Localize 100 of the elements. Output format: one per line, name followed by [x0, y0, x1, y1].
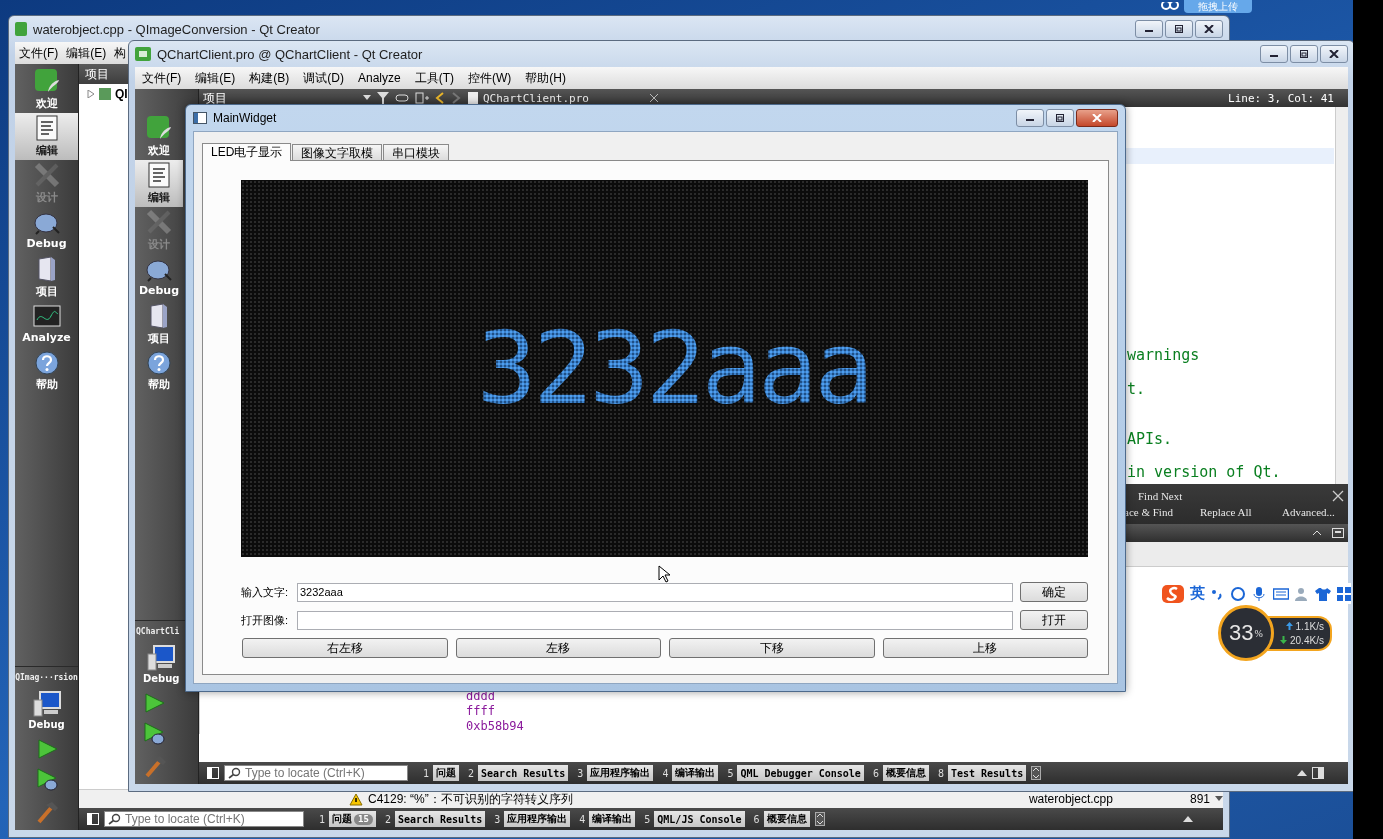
menu-item[interactable]: 构建(B): [242, 67, 297, 89]
menu-item[interactable]: 构: [110, 42, 131, 64]
menu-item[interactable]: 编辑(E): [62, 42, 111, 64]
text-input[interactable]: 3232aaa: [297, 582, 1013, 602]
cursor-position: Line: 3, Col: 41: [1228, 91, 1334, 105]
close-icon: [1204, 25, 1214, 33]
mode-button[interactable]: 编辑: [15, 113, 78, 160]
menu-item[interactable]: 控件(W): [461, 67, 519, 89]
language-toggle[interactable]: 英: [1190, 584, 1205, 603]
maximize-button[interactable]: [1290, 45, 1318, 63]
mode-button[interactable]: 帮助: [15, 348, 78, 395]
mode-button[interactable]: Analyze: [15, 301, 78, 348]
caret-down-icon: [363, 95, 371, 101]
move-button[interactable]: 右左移: [242, 638, 448, 658]
move-button[interactable]: 左移: [455, 638, 661, 658]
move-button[interactable]: 上移: [882, 638, 1088, 658]
tab-scroll-icon[interactable]: [814, 812, 825, 826]
file-selector[interactable]: QChartClient.pro: [467, 91, 643, 105]
split-add-icon[interactable]: [415, 92, 429, 104]
find-next-button[interactable]: Find Next: [1138, 490, 1183, 502]
mode-button[interactable]: 帮助: [135, 348, 183, 395]
maximize-button[interactable]: [1046, 109, 1074, 127]
keyboard-icon[interactable]: [1273, 585, 1289, 602]
mode-button[interactable]: Debug: [135, 254, 183, 301]
shirt-icon[interactable]: [1315, 585, 1331, 602]
close-button[interactable]: [1320, 45, 1348, 63]
mode-button[interactable]: Debug: [15, 207, 78, 254]
mode-button[interactable]: 欢迎: [15, 66, 78, 113]
locator-field[interactable]: Type to locate (Ctrl+K): [104, 811, 304, 827]
upload-speed: 1.1K/s: [1295, 620, 1324, 632]
sidebar-toggle-icon[interactable]: [207, 767, 219, 779]
caret-up-icon[interactable]: [1312, 530, 1322, 536]
menu-item[interactable]: 编辑(E): [188, 67, 243, 89]
minimize-button[interactable]: [1260, 45, 1288, 63]
panel-icon[interactable]: [1332, 528, 1344, 538]
panel-icon[interactable]: [1312, 767, 1324, 779]
sogou-logo-icon[interactable]: [1161, 583, 1185, 604]
menu-item[interactable]: 工具(T): [407, 67, 462, 89]
caret-up-icon[interactable]: [1297, 770, 1307, 776]
debug-run-icon[interactable]: [35, 768, 58, 792]
minimize-button[interactable]: [1135, 20, 1163, 38]
caret-up-icon[interactable]: [1183, 816, 1193, 822]
menu-item[interactable]: 文件(F): [135, 67, 189, 89]
app-icon: [15, 21, 27, 37]
bug-icon: [145, 258, 173, 282]
computer-icon: [146, 644, 177, 672]
window-title: MainWidget: [213, 111, 277, 125]
build-config-button[interactable]: Debug: [28, 690, 65, 730]
maximize-button[interactable]: [1165, 20, 1193, 38]
window-title: QChartClient.pro @ QChartClient - Qt Creator: [157, 46, 423, 62]
project-label: QImag···rsion: [15, 673, 78, 682]
help-icon: [34, 351, 59, 375]
output-line: 0xb58b94: [466, 719, 525, 734]
advanced-button[interactable]: Advanced...: [1282, 506, 1335, 518]
replace-all-button[interactable]: Replace All: [1200, 506, 1282, 518]
pane-selector[interactable]: 项目: [203, 89, 371, 107]
mode-button[interactable]: 项目: [15, 254, 78, 301]
tab-scroll-icon[interactable]: [1031, 766, 1042, 780]
close-button[interactable]: [1195, 20, 1223, 38]
menu-item[interactable]: 帮助(H): [518, 67, 574, 89]
help-icon: [147, 351, 171, 375]
computer-icon: [31, 690, 62, 718]
microphone-icon[interactable]: [1252, 585, 1268, 602]
close-icon[interactable]: [1332, 490, 1344, 502]
maximize-icon: [1174, 25, 1184, 33]
run-icon[interactable]: [143, 692, 165, 714]
field-label: 输入文字:: [241, 584, 290, 600]
percent-sign: %: [1254, 627, 1263, 639]
tab[interactable]: LED电子显示: [202, 143, 292, 161]
maximize-icon: [1299, 50, 1309, 58]
menu-item[interactable]: 文件(F): [15, 42, 63, 64]
move-button[interactable]: 下移: [669, 638, 875, 658]
confirm-button[interactable]: 确定: [1020, 582, 1088, 602]
close-button[interactable]: [1076, 109, 1118, 127]
document-icon: [148, 162, 170, 188]
locator-field[interactable]: Type to locate (Ctrl+K): [224, 765, 408, 781]
leaf-logo-icon: [146, 115, 172, 141]
tree-item[interactable]: QI: [85, 84, 130, 104]
sidebar-toggle-icon[interactable]: [87, 813, 99, 825]
grid-icon[interactable]: [1336, 585, 1352, 602]
tab[interactable]: 图像文字取模: [292, 144, 383, 160]
close-icon[interactable]: [649, 93, 659, 103]
folder-icon: [149, 303, 169, 329]
menu-item[interactable]: Analyze: [351, 69, 408, 87]
open-button[interactable]: 打开: [1020, 610, 1088, 630]
expand-arrow-icon: [87, 90, 95, 98]
tab[interactable]: 串口模块: [383, 144, 450, 160]
mode-button[interactable]: 欢迎: [135, 113, 183, 160]
mode-button[interactable]: 编辑: [135, 160, 183, 207]
mode-button[interactable]: 项目: [135, 301, 183, 348]
debug-run-icon[interactable]: [143, 722, 165, 746]
minimize-button[interactable]: [1016, 109, 1044, 127]
build-config-button[interactable]: Debug: [143, 644, 180, 684]
window-title: waterobject.cpp - QImageConversion - Qt Creator: [33, 21, 320, 37]
close-icon: [1092, 114, 1102, 122]
image-path-input[interactable]: [297, 610, 1013, 630]
caret-down-icon[interactable]: [1215, 796, 1223, 802]
run-icon[interactable]: [35, 738, 58, 760]
scrollbar[interactable]: [1335, 107, 1348, 484]
menu-item[interactable]: 调试(D): [296, 67, 351, 89]
